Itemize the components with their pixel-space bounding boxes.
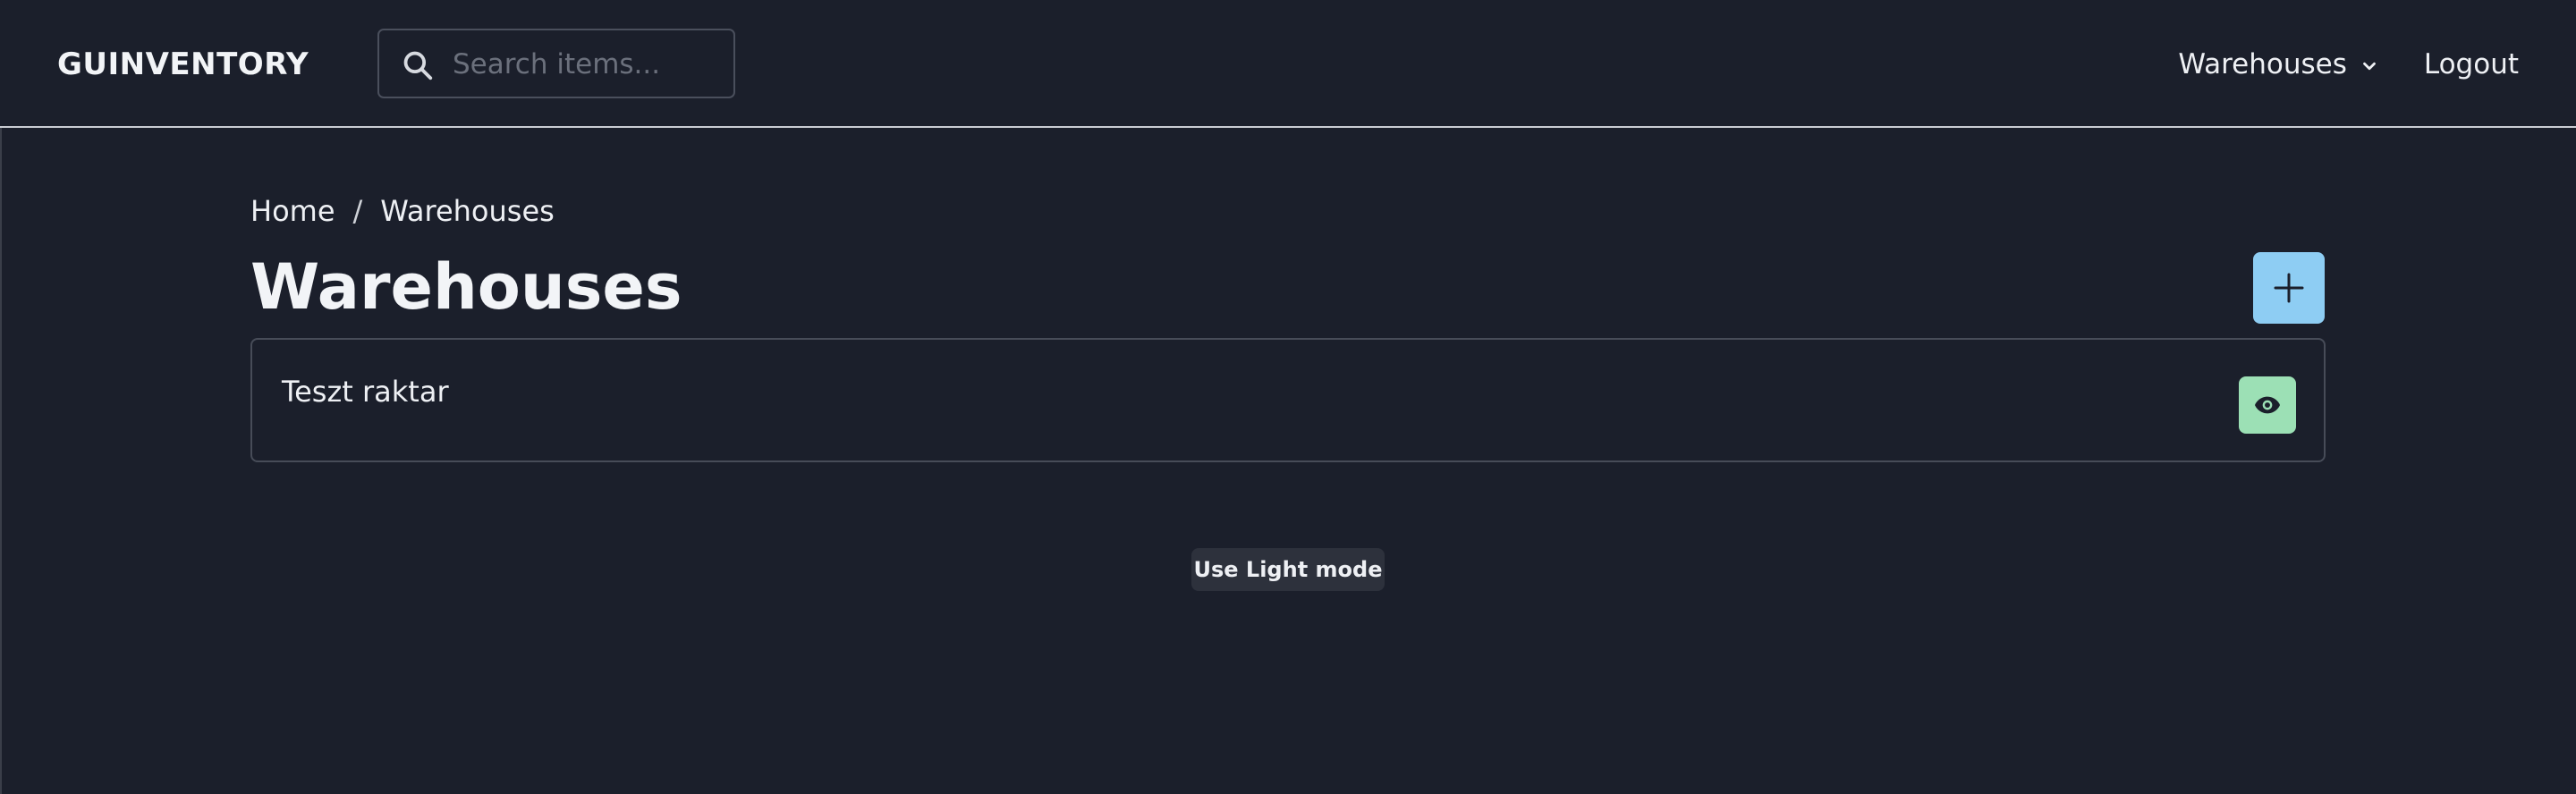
plus-icon [2274, 273, 2304, 303]
window-edge [0, 128, 2, 794]
breadcrumb-home[interactable]: Home [250, 191, 335, 231]
theme-toggle-button[interactable]: Use Light mode [1191, 548, 1385, 591]
nav-warehouses-dropdown[interactable]: Warehouses [2178, 45, 2378, 84]
breadcrumb: Home / Warehouses [250, 191, 555, 231]
logout-link[interactable]: Logout [2424, 45, 2519, 84]
view-warehouse-button[interactable] [2239, 376, 2296, 434]
search-box[interactable] [377, 29, 735, 98]
warehouse-card[interactable]: Teszt raktar [250, 338, 2326, 462]
nav-warehouses-label: Warehouses [2178, 48, 2347, 80]
nav-links: Warehouses Logout [2178, 45, 2519, 84]
search-icon [403, 51, 433, 80]
page-title: Warehouses [250, 250, 682, 324]
top-navbar: GUINVENTORY Warehouses Logout [0, 0, 2576, 128]
brand-logo[interactable]: GUINVENTORY [57, 46, 309, 82]
search-input[interactable] [451, 41, 723, 88]
add-warehouse-button[interactable] [2253, 252, 2325, 324]
chevron-down-icon [2362, 62, 2376, 71]
eye-icon [2255, 396, 2280, 414]
breadcrumb-separator: / [352, 194, 363, 228]
warehouse-name: Teszt raktar [282, 375, 449, 409]
breadcrumb-warehouses[interactable]: Warehouses [380, 191, 555, 231]
